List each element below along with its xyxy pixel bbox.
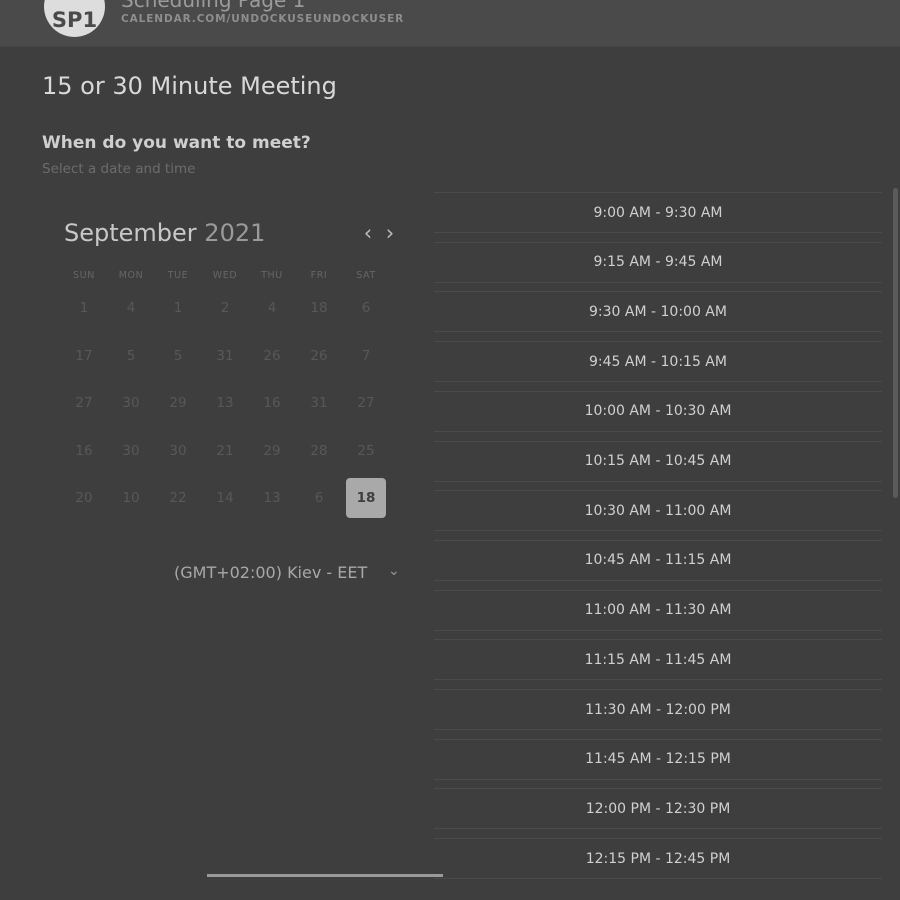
- calendar-day: 26: [263, 347, 281, 364]
- time-slot-button[interactable]: 11:15 AM - 11:45 AM: [434, 639, 882, 681]
- chevron-left-icon: ‹: [363, 221, 373, 245]
- time-slot-button[interactable]: 10:15 AM - 10:45 AM: [434, 440, 882, 482]
- chevron-down-icon: ⌄: [388, 563, 400, 579]
- calendar-day: 27: [357, 395, 375, 411]
- weekday-label: WED: [212, 270, 238, 281]
- calendar-day: 22: [169, 490, 187, 506]
- time-slot-button[interactable]: 9:00 AM - 9:30 AM: [434, 192, 882, 233]
- weekday-label: THU: [261, 270, 283, 281]
- weekday-label: TUE: [167, 270, 189, 281]
- weekday-label: SAT: [356, 270, 376, 281]
- weekday-label: MON: [118, 270, 144, 281]
- time-slot-button[interactable]: 10:00 AM - 10:30 AM: [434, 390, 882, 432]
- calendar-day: 30: [122, 442, 140, 459]
- time-slot-list: 9:00 AM - 9:30 AM 9:15 AM - 9:45 AM 9:30 A…: [434, 192, 882, 882]
- calendar-day: 6: [361, 300, 371, 316]
- calendar-day: 21: [216, 442, 234, 459]
- scheduling-page-title: Scheduling Page 1: [121, 0, 306, 12]
- calendar-day: 30: [169, 442, 187, 459]
- weekday-header-row: SUN MON TUE WED THU FRI SAT: [64, 270, 394, 284]
- time-slot-button[interactable]: 12:00 PM - 12:30 PM: [434, 788, 882, 830]
- time-slot-button[interactable]: 10:30 AM - 11:00 AM: [434, 490, 882, 532]
- avatar: SP1: [44, 0, 105, 37]
- scheduling-page-url[interactable]: CALENDAR.COM/UNDOCKUSEUNDOCKUSER: [121, 13, 404, 25]
- calendar-day: 6: [314, 490, 324, 506]
- calendar-day: 31: [310, 395, 328, 411]
- calendar-day: 4: [267, 300, 277, 316]
- timezone-label: (GMT+02:00) Kiev - EET: [174, 563, 368, 582]
- calendar-day: 13: [263, 490, 281, 506]
- calendar-day-selected[interactable]: 18: [346, 478, 386, 518]
- calendar-day: 16: [263, 395, 281, 411]
- previous-month-button[interactable]: ‹: [359, 220, 377, 246]
- calendar-day: 14: [216, 490, 234, 506]
- time-slot-button[interactable]: 11:00 AM - 11:30 AM: [434, 589, 882, 631]
- time-slot-button[interactable]: 10:45 AM - 11:15 AM: [434, 539, 882, 581]
- weekday-label: FRI: [310, 270, 328, 281]
- chevron-right-icon: ›: [385, 221, 395, 245]
- calendar-day: 25: [357, 442, 375, 459]
- calendar-day: 5: [173, 347, 183, 364]
- next-month-button[interactable]: ›: [381, 220, 399, 246]
- calendar-day: 31: [216, 347, 234, 364]
- calendar-day: 5: [126, 347, 136, 364]
- calendar-day: 28: [310, 442, 328, 459]
- calendar-day: 18: [310, 300, 328, 316]
- calendar-day: 20: [75, 490, 93, 506]
- meeting-question: When do you want to meet?: [42, 133, 311, 153]
- calendar-day: 13: [216, 395, 234, 411]
- calendar-day: 17: [75, 347, 93, 364]
- calendar-day: 10: [122, 490, 140, 506]
- calendar-day: 27: [75, 395, 93, 411]
- calendar-day: 2: [220, 300, 230, 316]
- weekday-label: SUN: [73, 270, 95, 281]
- calendar-day: 16: [75, 442, 93, 459]
- meeting-title: 15 or 30 Minute Meeting: [42, 72, 337, 100]
- time-slot-button[interactable]: 11:45 AM - 12:15 PM: [434, 738, 882, 780]
- calendar-month-label: September 2021: [64, 219, 265, 247]
- calendar-day: 4: [126, 300, 136, 316]
- calendar-day: 29: [263, 442, 281, 459]
- meeting-instruction: Select a date and time: [42, 161, 196, 177]
- active-tab-indicator: [207, 874, 443, 877]
- timezone-select[interactable]: (GMT+02:00) Kiev - EET ⌄: [174, 563, 410, 587]
- calendar-day: 29: [169, 395, 187, 411]
- calendar-day: 30: [122, 395, 140, 411]
- calendar-day: 7: [361, 347, 371, 364]
- time-slot-button[interactable]: 11:30 AM - 12:00 PM: [434, 689, 882, 730]
- calendar-day: 1: [79, 300, 89, 316]
- time-slot-button[interactable]: 9:30 AM - 10:00 AM: [434, 291, 882, 333]
- time-slot-button[interactable]: 9:45 AM - 10:15 AM: [434, 341, 882, 383]
- time-slot-button[interactable]: 12:15 PM - 12:45 PM: [434, 838, 882, 880]
- scrollbar[interactable]: [893, 188, 898, 498]
- calendar-day: 1: [173, 300, 183, 316]
- time-slot-button[interactable]: 9:15 AM - 9:45 AM: [434, 241, 882, 283]
- header: SP1 Scheduling Page 1 CALENDAR.COM/UNDOC…: [0, 0, 900, 47]
- calendar-day: 26: [310, 347, 328, 364]
- calendar-month: September: [64, 219, 197, 247]
- calendar-year: 2021: [204, 219, 266, 247]
- calendar-day-grid: 1 4 1 2 4 18 6 17 5 5 31 26 26 7 27 30 29 13 16 31 27 16 30 30 2…: [64, 284, 394, 524]
